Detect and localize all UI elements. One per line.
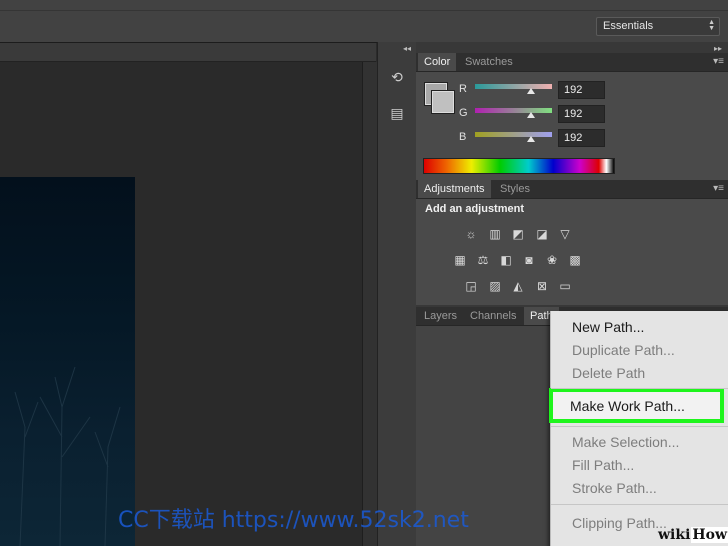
hue-saturation-icon[interactable]: ▦ xyxy=(452,253,468,267)
menu-item-delete-path: Delete Path xyxy=(572,365,646,381)
r-slider-thumb[interactable] xyxy=(527,88,535,94)
levels-icon[interactable]: ▥ xyxy=(487,227,503,241)
channel-mixer-icon[interactable]: ❀ xyxy=(544,253,560,267)
menu-item-stroke-path: Stroke Path... xyxy=(572,480,657,496)
background-color-swatch[interactable] xyxy=(432,91,454,113)
night-photo-image xyxy=(0,177,135,546)
menu-separator xyxy=(551,388,728,389)
tab-channels[interactable]: Channels xyxy=(464,307,522,325)
menu-item-clipping-path: Clipping Path... xyxy=(572,515,667,531)
channel-r-label: R xyxy=(459,83,467,95)
panel-menu-icon[interactable]: ▾≡ xyxy=(713,183,724,194)
b-slider[interactable] xyxy=(475,132,552,137)
photo-filter-icon[interactable]: ◙ xyxy=(521,253,537,267)
g-slider-thumb[interactable] xyxy=(527,112,535,118)
b-slider-thumb[interactable] xyxy=(527,136,535,142)
threshold-icon[interactable]: ◭ xyxy=(510,279,526,293)
invert-icon[interactable]: ◲ xyxy=(463,279,479,293)
workspace-label: Essentials xyxy=(603,20,654,32)
posterize-icon[interactable]: ▨ xyxy=(487,279,503,293)
properties-icon[interactable]: ▤ xyxy=(386,102,408,124)
menu-item-make-selection: Make Selection... xyxy=(572,434,680,450)
adjustments-panel-tabs: Adjustments Styles ▾≡ xyxy=(416,180,728,199)
adjustments-heading: Add an adjustment xyxy=(425,203,525,215)
channel-g-label: G xyxy=(459,107,468,119)
chevron-up-down-icon: ▲ ▼ xyxy=(708,19,715,32)
watermark-text: CC下载站 https://www.52sk2.net xyxy=(118,508,469,533)
r-value-field[interactable]: 192 xyxy=(558,81,605,99)
panel-dock: ◂◂ ⟲ ▤ xyxy=(377,42,417,546)
menu-separator xyxy=(551,426,728,427)
wikihow-logo: wiki How xyxy=(657,527,728,543)
curves-icon[interactable]: ◩ xyxy=(510,227,526,241)
menu-item-new-path[interactable]: New Path... xyxy=(572,319,644,335)
color-panel-tabs: Color Swatches ▾≡ xyxy=(416,53,728,72)
document-scrollbar[interactable] xyxy=(362,62,377,546)
tab-swatches[interactable]: Swatches xyxy=(459,53,519,71)
color-lookup-icon[interactable]: ▩ xyxy=(567,253,583,267)
brightness-icon[interactable]: ☼ xyxy=(463,227,479,241)
color-balance-icon[interactable]: ⚖ xyxy=(475,253,491,267)
menu-item-fill-path: Fill Path... xyxy=(572,457,635,473)
menu-item-make-work-path[interactable]: Make Work Path... xyxy=(570,398,685,414)
tab-layers[interactable]: Layers xyxy=(418,307,463,325)
tab-adjustments[interactable]: Adjustments xyxy=(418,180,491,198)
history-icon[interactable]: ⟲ xyxy=(386,66,408,88)
b-value-field[interactable]: 192 xyxy=(558,129,605,147)
vibrance-icon[interactable]: ▽ xyxy=(557,227,573,241)
menu-item-duplicate-path: Duplicate Path... xyxy=(572,342,675,358)
tab-color[interactable]: Color xyxy=(418,53,457,71)
how-text: How xyxy=(691,527,728,543)
color-spectrum-bar[interactable] xyxy=(423,158,615,174)
r-slider[interactable] xyxy=(475,84,552,89)
expand-arrows-icon[interactable]: ▸▸ xyxy=(714,44,722,53)
gradient-map-icon[interactable]: ▭ xyxy=(557,279,573,293)
panel-menu-icon[interactable]: ▾≡ xyxy=(713,56,724,67)
collapse-arrows-icon[interactable]: ◂◂ xyxy=(403,44,411,53)
menu-separator xyxy=(551,504,728,505)
tab-styles[interactable]: Styles xyxy=(494,180,536,198)
selective-color-icon[interactable]: ⊠ xyxy=(534,279,550,293)
g-value-field[interactable]: 192 xyxy=(558,105,605,123)
exposure-icon[interactable]: ◪ xyxy=(534,227,550,241)
workspace-switcher[interactable]: Essentials ▲ ▼ xyxy=(596,17,720,36)
wiki-text: wiki xyxy=(658,527,691,543)
black-white-icon[interactable]: ◧ xyxy=(498,253,514,267)
channel-b-label: B xyxy=(459,131,467,143)
document-tab-bar xyxy=(0,43,376,62)
g-slider[interactable] xyxy=(475,108,552,113)
